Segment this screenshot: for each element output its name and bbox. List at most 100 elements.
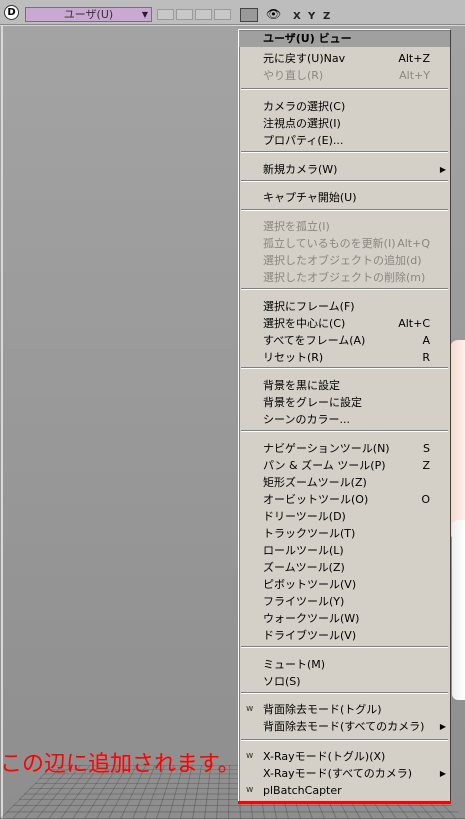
- menu-item-label: 注視点の選択(I): [263, 117, 341, 130]
- menu-separator: [241, 646, 448, 648]
- menu-item-label: 背景を黒に設定: [263, 379, 340, 392]
- menu-item-label: トラックツール(T): [263, 527, 356, 540]
- w-mark-icon: w: [246, 704, 254, 714]
- menu-item-shortcut: Alt+Y: [399, 69, 430, 82]
- menu-item: 選択を孤立(I): [239, 218, 450, 235]
- annotation-text: この辺に追加されます。: [0, 752, 240, 777]
- menu-item-label: ソロ(S): [263, 675, 301, 688]
- d-logo-icon[interactable]: D: [4, 5, 19, 20]
- view-selector[interactable]: ユーザ(U) ▼: [25, 7, 152, 22]
- menu-item[interactable]: トラックツール(T): [239, 525, 450, 542]
- menu-item[interactable]: 選択にフレーム(F): [239, 298, 450, 315]
- axis-x-label[interactable]: X: [293, 11, 301, 22]
- menu-item[interactable]: 注視点の選択(I): [239, 115, 450, 132]
- menu-item-label: plBatchCapter: [263, 784, 342, 797]
- menu-item[interactable]: w plBatchCapter: [239, 782, 450, 799]
- menu-item-shortcut: Alt+C: [398, 317, 430, 330]
- menu-separator: [241, 739, 448, 741]
- menu-item[interactable]: 背景をグレーに設定: [239, 394, 450, 411]
- scene-figure-lower: [452, 520, 465, 700]
- menu-item-label: X-Rayモード(すべてのカメラ): [263, 767, 412, 780]
- viewport-toolbar: D ユーザ(U) ▼ 👁 X Y Z: [0, 0, 465, 25]
- menu-item[interactable]: ドライブツール(V): [239, 627, 450, 644]
- w-mark-icon: w: [246, 751, 254, 761]
- menu-header: ユーザ(U) ビュー: [239, 31, 450, 47]
- menu-item[interactable]: ドリーツール(D): [239, 508, 450, 525]
- eye-icon[interactable]: 👁: [266, 8, 281, 20]
- menu-item-label: ロールツール(L): [263, 544, 344, 557]
- submenu-arrow-icon: ▶: [439, 722, 446, 731]
- toolbar-slot-2[interactable]: [176, 9, 193, 20]
- axis-z-label[interactable]: Z: [323, 11, 330, 22]
- submenu-arrow-icon: ▶: [439, 165, 446, 174]
- menu-item-label: 選択したオブジェクトの追加(d): [263, 254, 422, 267]
- menu-item[interactable]: カメラの選択(C): [239, 98, 450, 115]
- menu-item-label: ミュート(M): [263, 658, 326, 671]
- menu-item[interactable]: パン & ズーム ツール(P) Z: [239, 457, 450, 474]
- menu-item-label: ピボットツール(V): [263, 578, 357, 591]
- menu-item-label: ウォークツール(W): [263, 612, 360, 625]
- menu-item[interactable]: リセット(R) R: [239, 349, 450, 366]
- menu-item[interactable]: シーンのカラー...: [239, 411, 450, 428]
- menu-item: 選択したオブジェクトの削除(m): [239, 269, 450, 286]
- menu-item-shortcut: Alt+Z: [398, 52, 430, 65]
- menu-item[interactable]: 背景を黒に設定: [239, 377, 450, 394]
- menu-item[interactable]: w 背面除去モード(トグル): [239, 701, 450, 718]
- submenu-arrow-icon: ▶: [439, 769, 446, 778]
- camera-icon[interactable]: [240, 8, 258, 22]
- menu-item-label: 矩形ズームツール(Z): [263, 476, 367, 489]
- menu-item[interactable]: ナビゲーションツール(N) S: [239, 440, 450, 457]
- menu-item[interactable]: 新規カメラ(W) ▶: [239, 161, 450, 178]
- menu-item: 選択したオブジェクトの追加(d): [239, 252, 450, 269]
- menu-item-label: X-Rayモード(トグル)(X): [263, 750, 386, 763]
- menu-item-label: パン & ズーム ツール(P): [263, 459, 386, 472]
- menu-item[interactable]: プロパティ(E)...: [239, 132, 450, 149]
- menu-separator: [241, 430, 448, 432]
- menu-item[interactable]: X-Rayモード(すべてのカメラ) ▶: [239, 765, 450, 782]
- menu-item-label: 選択を孤立(I): [263, 220, 330, 233]
- menu-item-shortcut: A: [422, 334, 430, 347]
- menu-item[interactable]: オービットツール(O) O: [239, 491, 450, 508]
- menu-item[interactable]: ズームツール(Z): [239, 559, 450, 576]
- view-selector-label: ユーザ(U): [63, 8, 114, 21]
- menu-item-shortcut: R: [422, 351, 430, 364]
- menu-item[interactable]: ウォークツール(W): [239, 610, 450, 627]
- axis-y-label[interactable]: Y: [308, 11, 315, 22]
- menu-item[interactable]: ミュート(M): [239, 656, 450, 673]
- menu-item-label: ドライブツール(V): [263, 629, 357, 642]
- menu-item-label: プロパティ(E)...: [263, 134, 344, 147]
- menu-item-label: キャプチャ開始(U): [263, 191, 357, 204]
- menu-item-label: フライツール(Y): [263, 595, 345, 608]
- toolbar-slot-1[interactable]: [157, 9, 174, 20]
- menu-item[interactable]: ピボットツール(V): [239, 576, 450, 593]
- annotation-underline: [238, 801, 451, 804]
- chevron-down-icon: ▼: [141, 10, 148, 19]
- menu-item[interactable]: 元に戻す(U)Nav Alt+Z: [239, 50, 450, 67]
- toolbar-slot-3[interactable]: [195, 9, 212, 20]
- menu-item[interactable]: 選択を中心に(C) Alt+C: [239, 315, 450, 332]
- menu-item-label: 背面除去モード(トグル): [263, 703, 382, 716]
- menu-item[interactable]: 背面除去モード(すべてのカメラ) ▶: [239, 718, 450, 735]
- menu-item[interactable]: ロールツール(L): [239, 542, 450, 559]
- menu-item-shortcut: Alt+Q: [397, 237, 430, 250]
- menu-item[interactable]: フライツール(Y): [239, 593, 450, 610]
- menu-item[interactable]: ソロ(S): [239, 673, 450, 690]
- scene-figure: [450, 340, 465, 540]
- menu-item-label: ナビゲーションツール(N): [263, 442, 390, 455]
- menu-separator: [241, 367, 448, 369]
- menu-item[interactable]: w X-Rayモード(トグル)(X): [239, 748, 450, 765]
- menu-item-label: カメラの選択(C): [263, 100, 346, 113]
- toolbar-slot-4[interactable]: [214, 9, 231, 20]
- menu-item-shortcut: Z: [422, 459, 430, 472]
- menu-item-label: シーンのカラー...: [263, 413, 350, 426]
- menu-separator: [241, 88, 448, 90]
- menu-item-label: 選択にフレーム(F): [263, 300, 355, 313]
- menu-item[interactable]: 矩形ズームツール(Z): [239, 474, 450, 491]
- menu-item: 孤立しているものを更新(I) Alt+Q: [239, 235, 450, 252]
- menu-item-label: 元に戻す(U)Nav: [263, 52, 346, 65]
- menu-item[interactable]: すべてをフレーム(A) A: [239, 332, 450, 349]
- menu-item[interactable]: キャプチャ開始(U): [239, 189, 450, 206]
- menu-separator: [241, 151, 448, 153]
- menu-item-label: オービットツール(O): [263, 493, 369, 506]
- menu-separator: [241, 209, 448, 211]
